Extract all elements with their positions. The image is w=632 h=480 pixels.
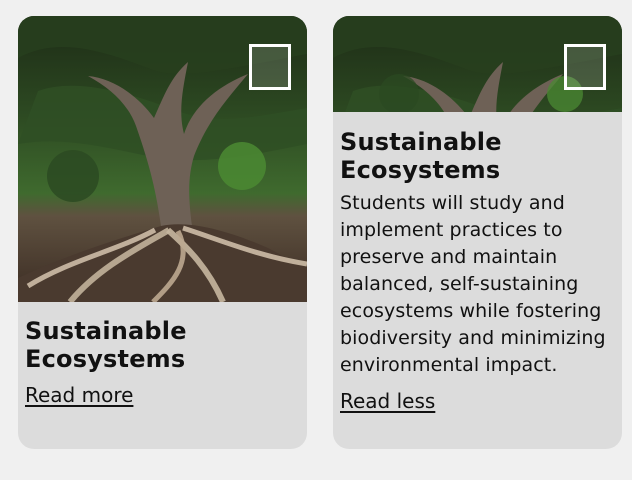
card-image (333, 16, 622, 112)
card-body: Sustainable Ecosystems Students will stu… (333, 112, 622, 413)
stage: Sustainable Ecosystems Read more Sustain… (0, 0, 632, 480)
read-less-link[interactable]: Read less (340, 389, 435, 413)
card-image (18, 16, 307, 302)
card-title: Sustainable Ecosystems (340, 128, 502, 184)
read-more-link[interactable]: Read more (25, 383, 133, 407)
card-title: Sustainable Ecosystems (25, 317, 187, 373)
card-body: Sustainable Ecosystems Read more (18, 302, 307, 407)
image-toggle-frame[interactable] (249, 44, 291, 90)
card-collapsed: Sustainable Ecosystems Read more (18, 16, 307, 449)
image-toggle-frame[interactable] (564, 44, 606, 90)
card-expanded: Sustainable Ecosystems Students will stu… (333, 16, 622, 449)
card-description: Students will study and implement practi… (340, 192, 606, 376)
